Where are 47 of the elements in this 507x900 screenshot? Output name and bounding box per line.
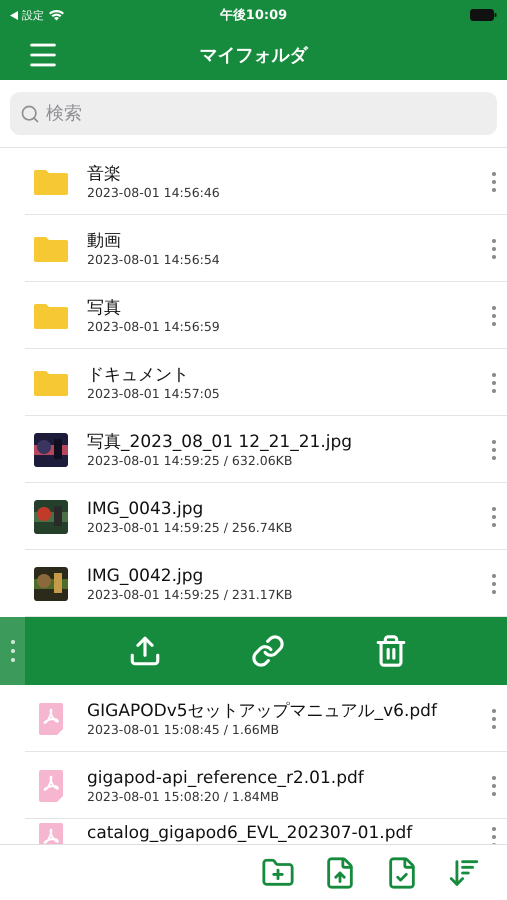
file-name: GIGAPODv5セットアップマニュアル_v6.pdf [87,700,438,722]
file-row[interactable]: IMG_0043.jpg 2023-08-01 14:59:25 / 256.74KB [0,483,507,550]
file-details: 2023-08-01 14:59:25 / 231.17KB [87,586,294,602]
file-details: 2023-08-01 14:59:25 / 256.74KB [87,520,294,534]
file-name: ドキュメント [87,364,190,386]
search-input[interactable]: 検索 [44,102,487,125]
delete-icon[interactable] [374,634,408,668]
file-details: 2023-08-01 14:57:05 [87,386,221,400]
file-row[interactable]: 動画 2023-08-01 14:56:54 [0,215,507,282]
file-name: 動画 [87,230,122,252]
file-name: IMG_0042.jpg [87,566,204,586]
battery-icon [470,9,497,21]
search-field[interactable]: 検索 [10,92,497,135]
drag-handle-icon[interactable] [0,617,25,685]
file-name: catalog_gigapod6_EVL_202307-01.pdf [87,823,414,844]
file-details: 2023-08-01 15:08:20 / 1.84MB [87,788,280,804]
link-icon[interactable] [251,634,285,668]
file-details: 2023-08-01 14:59:25 / 632.06KB [87,452,294,468]
file-name: 写真_2023_08_01 12_21_21.jpg [87,432,354,452]
file-name: 写真 [87,298,122,318]
file-name: gigapod-api_reference_r2.01.pdf [87,768,365,788]
folder-icon [34,370,68,396]
file-row[interactable]: 写真_2023_08_01 12_21_21.jpg 2023-08-01 14:59:25 / 632.06KB [0,416,507,483]
back-label[interactable]: 設定 [22,8,44,22]
file-details: 2023-08-01 14:56:59 [87,318,221,334]
file-row[interactable]: GIGAPODv5セットアップマニュアル_v6.pdf 2023-08-01 15:08:45 / 1.66MB [0,685,507,752]
wifi-icon [48,9,65,21]
folder-icon [34,168,68,194]
file-row[interactable]: gigapod-api_reference_r2.01.pdf 2023-08-01 15:08:20 / 1.84MB [0,752,507,819]
file-details: 2023-08-01 14:56:46 [87,184,221,200]
file-row[interactable]: IMG_0042.jpg 2023-08-01 14:59:25 / 231.17KB [0,550,507,617]
file-row[interactable]: ドキュメント 2023-08-01 14:57:05 [0,349,507,416]
pdf-file-icon [39,702,63,734]
file-row[interactable]: 写真 2023-08-01 14:56:59 [0,282,507,349]
pdf-file-icon [39,770,63,802]
file-name: 音楽 [87,164,122,184]
file-row[interactable]: 音楽 2023-08-01 14:56:46 [0,148,507,215]
file-name: IMG_0043.jpg [87,498,204,520]
file-details: 2023-08-01 14:56:54 [87,252,221,266]
folder-icon [34,236,68,262]
nav-title: マイフォルダ [200,44,308,67]
status-time: 午後10:09 [220,7,288,24]
share-icon[interactable] [128,634,162,668]
search-icon [20,104,40,124]
folder-icon [34,302,68,328]
back-arrow-icon[interactable] [10,10,18,20]
file-details: 2023-08-01 15:08:45 / 1.66MB [87,722,280,736]
